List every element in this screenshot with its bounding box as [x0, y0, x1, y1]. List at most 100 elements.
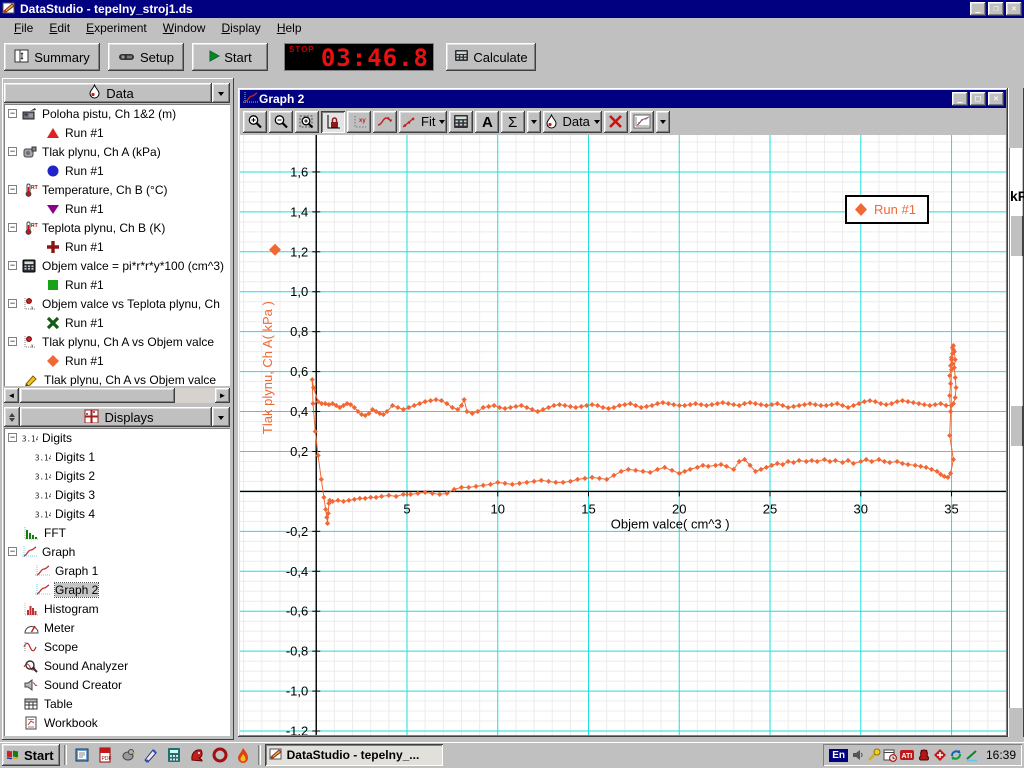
graph-maximize-button[interactable]: □ [970, 92, 986, 106]
display-subitem-digits-4[interactable]: 3.14Digits 4 [4, 504, 230, 523]
data-run-0[interactable]: Run #1 [4, 123, 230, 142]
collapse-box-icon[interactable]: − [8, 261, 17, 270]
data-item-label[interactable]: Tlak plynu, Ch A vs Objem valce [44, 373, 216, 387]
data-tree-hscrollbar[interactable]: ◄ ► [4, 388, 230, 403]
quicklaunch-ink-pen-icon[interactable] [140, 744, 162, 766]
text-tool-button[interactable]: A [475, 111, 499, 133]
start-menu-button[interactable]: Start [2, 744, 60, 766]
data-item-1[interactable]: −Tlak plynu, Ch A (kPa) [4, 142, 230, 161]
display-subitem-label[interactable]: Digits 1 [55, 450, 95, 464]
tray-key-icon[interactable] [867, 748, 881, 762]
run-label[interactable]: Run #1 [65, 240, 104, 254]
collapse-box-icon[interactable]: − [8, 223, 17, 232]
legend[interactable]: Run #1 [846, 196, 928, 223]
run-label[interactable]: Run #1 [65, 316, 104, 330]
scale-lock-button[interactable] [321, 111, 345, 133]
collapse-box-icon[interactable]: − [8, 185, 17, 194]
collapse-box-icon[interactable]: − [8, 547, 17, 556]
data-item-5[interactable]: −yxObjem valce vs Teplota plynu, Ch [4, 294, 230, 313]
menu-display[interactable]: Display [213, 19, 268, 37]
data-item-label[interactable]: Poloha pistu, Ch 1&2 (m) [42, 107, 176, 121]
menu-window[interactable]: Window [155, 19, 214, 37]
display-item-label[interactable]: Sound Analyzer [44, 659, 128, 673]
display-item-sound-creator[interactable]: Sound Creator [4, 675, 230, 694]
tray-volume-icon[interactable] [851, 748, 865, 762]
data-item-4[interactable]: − Objem valce = pi*r*r*y*100 (cm^3) [4, 256, 230, 275]
language-indicator[interactable]: En [829, 749, 848, 762]
data-run-4[interactable]: Run #1 [4, 275, 230, 294]
data-item-0[interactable]: − Poloha pistu, Ch 1&2 (m) [4, 104, 230, 123]
axes-xy-button[interactable]: xy [347, 111, 371, 133]
quicklaunch-pdf-icon[interactable]: PDF [94, 744, 116, 766]
quicklaunch-flame-icon[interactable] [232, 744, 254, 766]
tray-green-pen-icon[interactable] [965, 748, 979, 762]
quicklaunch-dragon-icon[interactable] [186, 744, 208, 766]
display-item-scope[interactable]: Scope [4, 637, 230, 656]
zoom-select-button[interactable] [295, 111, 319, 133]
chart[interactable]: -1,2-1,0-0,8-0,6-0,4-0,20,20,40,60,81,01… [240, 135, 1006, 735]
data-item-label[interactable]: Objem valce vs Teplota plynu, Ch [42, 297, 220, 311]
data-item-label[interactable]: Temperature, Ch B (°C) [42, 183, 168, 197]
taskbar-task-datastudio[interactable]: DataStudio - tepelny_... [265, 744, 443, 766]
display-subitem-graph-1[interactable]: Graph 1 [4, 561, 230, 580]
quicklaunch-bird-icon[interactable] [117, 744, 139, 766]
tray-imp-icon[interactable] [917, 748, 931, 762]
display-item-label[interactable]: Scope [44, 640, 78, 654]
data-item-7[interactable]: Tlak plynu, Ch A vs Objem valce [4, 370, 230, 386]
zoom-in-button[interactable] [243, 111, 267, 133]
chevron-down-icon[interactable] [594, 120, 600, 127]
graph-minimize-button[interactable]: _ [952, 92, 968, 106]
display-subitem-label[interactable]: Digits 3 [55, 488, 95, 502]
quicklaunch-calculator-small-icon[interactable] [163, 744, 185, 766]
quicklaunch-opera-icon[interactable] [209, 744, 231, 766]
display-item-histogram[interactable]: Histogram [4, 599, 230, 618]
setup-button[interactable]: Setup [108, 43, 184, 71]
display-subitem-digits-1[interactable]: 3.14Digits 1 [4, 447, 230, 466]
display-item-label[interactable]: FFT [44, 526, 66, 540]
data-header-dropdown[interactable] [212, 83, 230, 103]
run-label[interactable]: Run #1 [65, 126, 104, 140]
data-item-label[interactable]: Objem valce = pi*r*r*y*100 (cm^3) [42, 259, 224, 273]
calculate-button[interactable]: Calculate [446, 43, 536, 71]
data-run-1[interactable]: Run #1 [4, 161, 230, 180]
data-item-label[interactable]: Teplota plynu, Ch B (K) [42, 221, 165, 235]
run-label[interactable]: Run #1 [65, 202, 104, 216]
menu-edit[interactable]: Edit [41, 19, 78, 37]
close-button[interactable]: ✕ [1006, 2, 1022, 16]
display-item-label[interactable]: Meter [44, 621, 75, 635]
data-item-6[interactable]: −yxTlak plynu, Ch A vs Objem valce [4, 332, 230, 351]
sort-toggle-icon[interactable] [4, 407, 20, 427]
display-item-label[interactable]: Table [44, 697, 73, 711]
start-button[interactable]: Start [192, 43, 268, 71]
collapse-box-icon[interactable]: − [8, 109, 17, 118]
display-item-table[interactable]: Table [4, 694, 230, 713]
data-item-3[interactable]: −RTDTeplota plynu, Ch B (K) [4, 218, 230, 237]
graph-window-titlebar[interactable]: Graph 2 _ □ ✕ [240, 90, 1006, 108]
sigma-dropdown-button[interactable] [527, 111, 541, 133]
display-subitem-label[interactable]: Graph 2 [55, 583, 98, 597]
menu-help[interactable]: Help [269, 19, 310, 37]
display-item-graph[interactable]: −Graph [4, 542, 230, 561]
data-header-button[interactable]: Data [4, 83, 212, 103]
data-drop-button[interactable]: Data [543, 111, 601, 133]
chevron-down-icon[interactable] [439, 120, 445, 127]
tray-diamond-arrows-icon[interactable] [933, 748, 947, 762]
display-item-label[interactable]: Sound Creator [44, 678, 122, 692]
data-item-label[interactable]: Tlak plynu, Ch A (kPa) [42, 145, 161, 159]
fit-button[interactable]: Fit [399, 111, 447, 133]
data-run-2[interactable]: Run #1 [4, 199, 230, 218]
smart-tool-button[interactable] [373, 111, 397, 133]
restore-button[interactable]: ❐ [988, 2, 1004, 16]
summary-button[interactable]: Summary [4, 43, 100, 71]
zoom-out-button[interactable] [269, 111, 293, 133]
quicklaunch-notepad-icon[interactable] [71, 744, 93, 766]
calc-tool-button[interactable] [449, 111, 473, 133]
delete-button[interactable] [604, 111, 628, 133]
data-item-label[interactable]: Tlak plynu, Ch A vs Objem valce [42, 335, 214, 349]
run-label[interactable]: Run #1 [65, 354, 104, 368]
display-item-meter[interactable]: Meter [4, 618, 230, 637]
data-run-5[interactable]: Run #1 [4, 313, 230, 332]
run-label[interactable]: Run #1 [65, 164, 104, 178]
sigma-button[interactable]: Σ [501, 111, 525, 133]
display-item-label[interactable]: Workbook [44, 716, 98, 730]
